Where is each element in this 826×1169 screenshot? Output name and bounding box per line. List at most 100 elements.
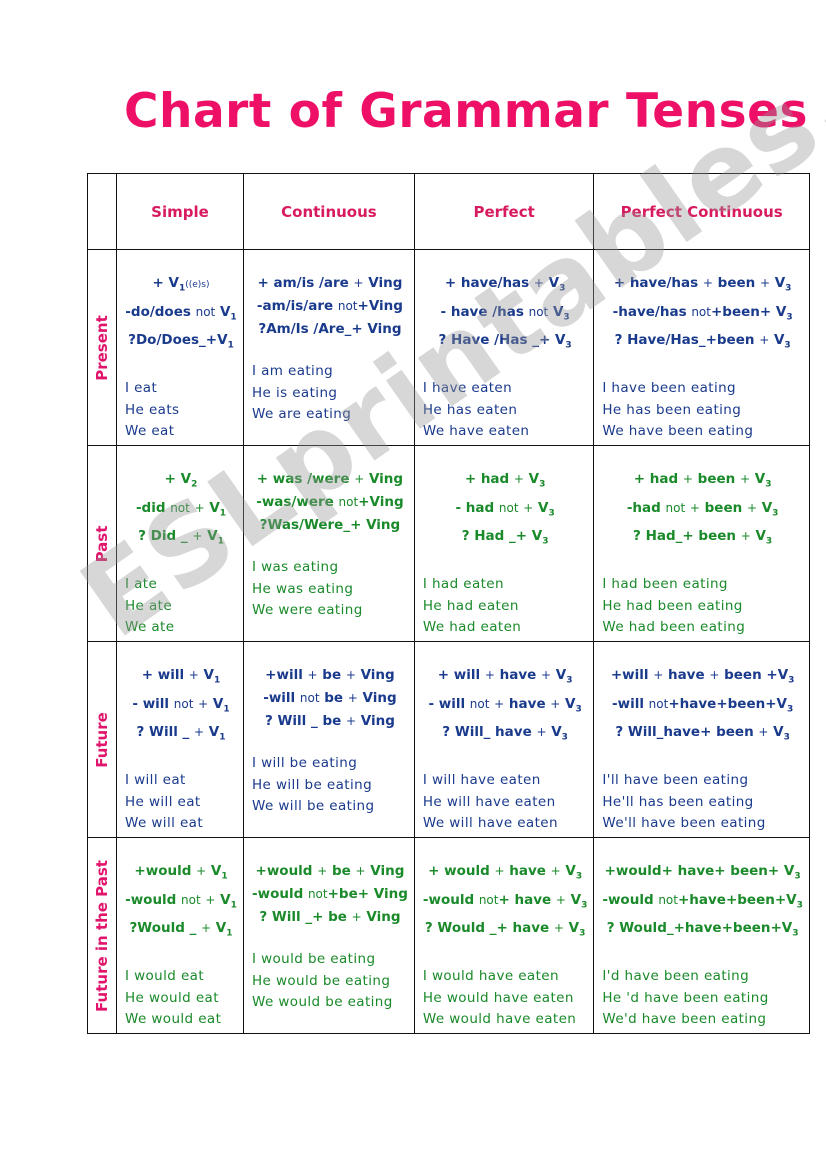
question-formula: ? Will _ be + Ving: [265, 713, 395, 729]
negative-formula: -am/is/are not+Ving: [256, 298, 403, 314]
example-sentence: We would eat: [125, 1011, 222, 1028]
question-formula: ? Would_+have+been+V3: [606, 920, 799, 940]
example-sentence: I have been eating: [602, 380, 737, 397]
formula-list: + am/is /are + Ving -am/is/are not+Ving ?A…: [252, 272, 408, 341]
cell-content: + will + have + V3 - will not + have + V3…: [415, 642, 593, 835]
example-sentence: I ate: [125, 576, 158, 593]
formula-list: + would + have + V3 -would not+ have + V3…: [423, 860, 587, 946]
example-sentence: He would eat: [125, 989, 219, 1006]
affirmative-formula: + would + have + V3: [428, 863, 583, 882]
tense-cell-past-simple: + V2 -did not + V1 ? Did _ + V1 I ate He ate…: [116, 445, 244, 642]
example-list: I would eat He would eat We would eat: [125, 966, 237, 1031]
cell-content: + have/has + been + V3 -have/has not+been…: [594, 250, 809, 443]
example-sentence: I am eating: [252, 363, 334, 379]
cell-content: + have/has + V3 - have /has not V3 ? Have …: [415, 250, 593, 443]
cell-content: + will + V1 - will not + V1 ? Will _ + V1 I…: [117, 642, 243, 835]
example-sentence: I will be eating: [252, 755, 358, 771]
example-sentence: He will eat: [125, 793, 201, 810]
tense-cell-future-continuous: +will + be + Ving -will not be + Ving ? Wi…: [243, 641, 415, 838]
example-list: I have been eating He has been eating We h…: [602, 378, 803, 443]
tense-cell-future-in-the-past-perfect: + would + have + V3 -would not+ have + V3…: [413, 837, 595, 1034]
example-list: I have eaten He has eaten We have eaten: [423, 378, 587, 443]
example-sentence: I was eating: [252, 559, 339, 575]
example-sentence: We'll have been eating: [602, 815, 766, 832]
example-list: I eat He eats We eat: [125, 378, 237, 443]
example-sentence: He is eating: [252, 384, 338, 401]
row-label: Present: [93, 314, 111, 381]
example-sentence: We had eaten: [422, 619, 522, 636]
example-sentence: He eats: [125, 401, 180, 418]
question-formula: ?Was/Were_+ Ving: [259, 517, 401, 533]
row-label: Past: [93, 525, 111, 562]
tense-row-future: Future + will + V1 - will not + V1 ? Will _…: [87, 641, 810, 838]
tense-cell-past-perfect: + had + V3 - had not + V3 ? Had _+ V3 I had…: [413, 445, 595, 642]
example-sentence: He will have eaten: [422, 793, 556, 810]
cell-content: + had + V3 - had not + V3 ? Had _+ V3 I had…: [415, 446, 593, 639]
column-header-simple: Simple: [116, 173, 244, 250]
negative-formula: -would not + V1: [125, 891, 237, 911]
formula-list: + V2 -did not + V1 ? Did _ + V1: [125, 468, 237, 554]
page-title: Chart of Grammar Tenses: [124, 84, 808, 139]
tense-row-present: Present + V1((e)s) -do/does not V1 ?Do/Does…: [87, 249, 810, 446]
example-sentence: We had been eating: [602, 619, 746, 636]
tense-cell-past-perfect-continuous: + had + been + V3 -had not + been + V3 ? H…: [593, 445, 810, 642]
tenses-table: Simple Continuous Perfect Perfect Contin…: [87, 173, 810, 1034]
example-sentence: We are eating: [252, 406, 352, 422]
example-sentence: We would have eaten: [422, 1011, 577, 1028]
negative-formula: -will not be + Ving: [263, 690, 397, 706]
example-sentence: I would be eating: [252, 951, 376, 967]
example-sentence: We were eating: [252, 602, 363, 618]
example-sentence: He will be eating: [252, 776, 373, 793]
example-list: I would have eaten He would have eaten We …: [423, 966, 587, 1031]
example-sentence: He would be eating: [252, 972, 391, 989]
cell-content: + V2 -did not + V1 ? Did _ + V1 I ate He ate…: [117, 446, 243, 639]
cell-content: + was /were + Ving -was/were not+Ving ?Was…: [244, 446, 414, 622]
affirmative-formula: +will + be + Ving: [265, 667, 395, 683]
example-sentence: We will be eating: [252, 798, 375, 814]
affirmative-formula: +will + have + been +V3: [610, 667, 795, 686]
tense-cell-present-perfect-continuous: + have/has + been + V3 -have/has not+been…: [593, 249, 810, 446]
negative-formula: -would not+ have + V3: [422, 891, 588, 911]
example-list: I'd have been eating He 'd have been eati…: [602, 966, 803, 1031]
corner-cell: [87, 173, 117, 250]
negative-formula: - will not + V1: [132, 695, 230, 715]
example-list: I will have eaten He will have eaten We wi…: [423, 770, 587, 835]
question-formula: ? Had_+ been + V3: [633, 528, 773, 548]
cell-content: + would + have + V3 -would not+ have + V3…: [415, 838, 593, 1031]
negative-formula: -would not+have+been+V3: [602, 891, 803, 911]
example-sentence: He has been eating: [602, 401, 742, 418]
example-list: I'll have been eating He'll has been eati…: [602, 770, 803, 835]
column-header-perfect: Perfect: [413, 173, 595, 250]
affirmative-formula: + had + been + V3: [633, 471, 772, 490]
example-sentence: I'd have been eating: [602, 968, 750, 985]
cell-content: +would + V1 -would not + V1 ?Would _ + V1 I…: [117, 838, 243, 1031]
affirmative-formula: + have/has + V3: [444, 275, 566, 294]
example-sentence: We would be eating: [252, 994, 393, 1010]
tense-cell-past-continuous: + was /were + Ving -was/were not+Ving ?Was…: [243, 445, 415, 642]
negative-formula: - will not + have + V3: [428, 695, 582, 715]
affirmative-formula: + have/has + been + V3: [613, 275, 792, 294]
affirmative-formula: + was /were + Ving: [256, 471, 404, 487]
question-formula: ? Did _ + V1: [138, 528, 224, 548]
tense-cell-present-simple: + V1((e)s) -do/does not V1 ?Do/Does_+V1 I e…: [116, 249, 244, 446]
formula-list: + will + have + V3 - will not + have + V3…: [423, 664, 587, 750]
example-list: I had been eating He had been eating We ha…: [602, 574, 803, 639]
tense-cell-present-perfect: + have/has + V3 - have /has not V3 ? Have …: [413, 249, 595, 446]
formula-list: +would + be + Ving -would not+be+ Ving ? W…: [252, 860, 408, 929]
example-sentence: He has eaten: [422, 401, 518, 418]
header-row: Simple Continuous Perfect Perfect Contin…: [87, 173, 810, 250]
example-list: I will be eating He will be eating We will…: [252, 753, 408, 818]
example-sentence: I would eat: [125, 968, 205, 985]
question-formula: ? Will_have+ been + V3: [615, 724, 790, 744]
column-header-continuous: Continuous: [243, 173, 415, 250]
negative-formula: - had not + V3: [455, 499, 555, 519]
example-sentence: He had been eating: [602, 597, 743, 614]
tense-cell-future-in-the-past-continuous: +would + be + Ving -would not+be+ Ving ? W…: [243, 837, 415, 1034]
formula-list: + will + V1 - will not + V1 ? Will _ + V1: [125, 664, 237, 750]
example-sentence: We will have eaten: [422, 815, 558, 832]
affirmative-formula: + will + have + V3: [437, 667, 573, 686]
negative-formula: -have/has not+been+ V3: [612, 303, 793, 323]
formula-list: +would+ have+ been+ V3 -would not+have+be…: [602, 860, 803, 946]
example-sentence: We have eaten: [422, 423, 530, 440]
row-label-cell: Past: [87, 445, 117, 642]
